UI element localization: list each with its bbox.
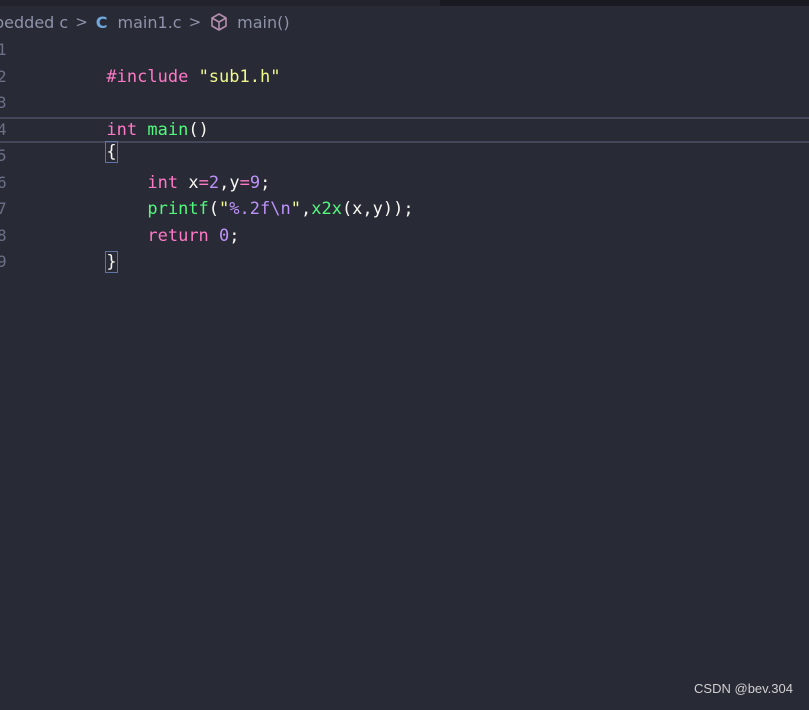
code-line[interactable]: } [45,223,809,273]
code-line[interactable]: int x=2,y=9; [45,143,809,193]
current-line[interactable]: { [0,116,809,163]
code-line[interactable]: int main() [45,90,809,140]
watermark: CSDN @bev.304 [694,681,793,696]
line-number: 9 [0,252,7,271]
line-number: 6 [0,172,7,192]
code-line[interactable] [45,249,809,276]
code-line[interactable] [45,64,809,91]
line-number: 7 [0,199,7,218]
chevron-right-icon: > [188,13,202,31]
line-number-gutter: 1 2 3 4 5 6 7 8 9 [0,37,20,276]
code-line[interactable]: return 0; [45,196,809,246]
code-line[interactable]: #include "sub1.h" [45,37,809,87]
line-number: 3 [0,93,7,112]
breadcrumb-file[interactable]: main1.c [118,13,182,32]
line-number: 8 [0,225,7,245]
code-area[interactable]: #include "sub1.h" int main() { int x=2,y… [0,37,809,276]
line-number: 1 [0,40,7,59]
code-line[interactable]: printf("%.2f\n",x2x(x,y)); [45,170,809,219]
code-editor: bedded c > C main1.c > main() 1 2 3 4 5 … [0,0,809,710]
breadcrumb-symbol[interactable]: main() [237,13,289,32]
cube-icon [209,12,229,32]
line-number: 5 [0,146,7,165]
chevron-right-icon: > [75,13,88,31]
tab-strip [440,0,809,6]
breadcrumb: bedded c > C main1.c > main() [0,8,809,36]
line-number: 2 [0,66,7,86]
tab-bar [0,0,809,6]
breadcrumb-folder[interactable]: bedded c [0,13,68,32]
c-file-icon: C [95,12,108,32]
